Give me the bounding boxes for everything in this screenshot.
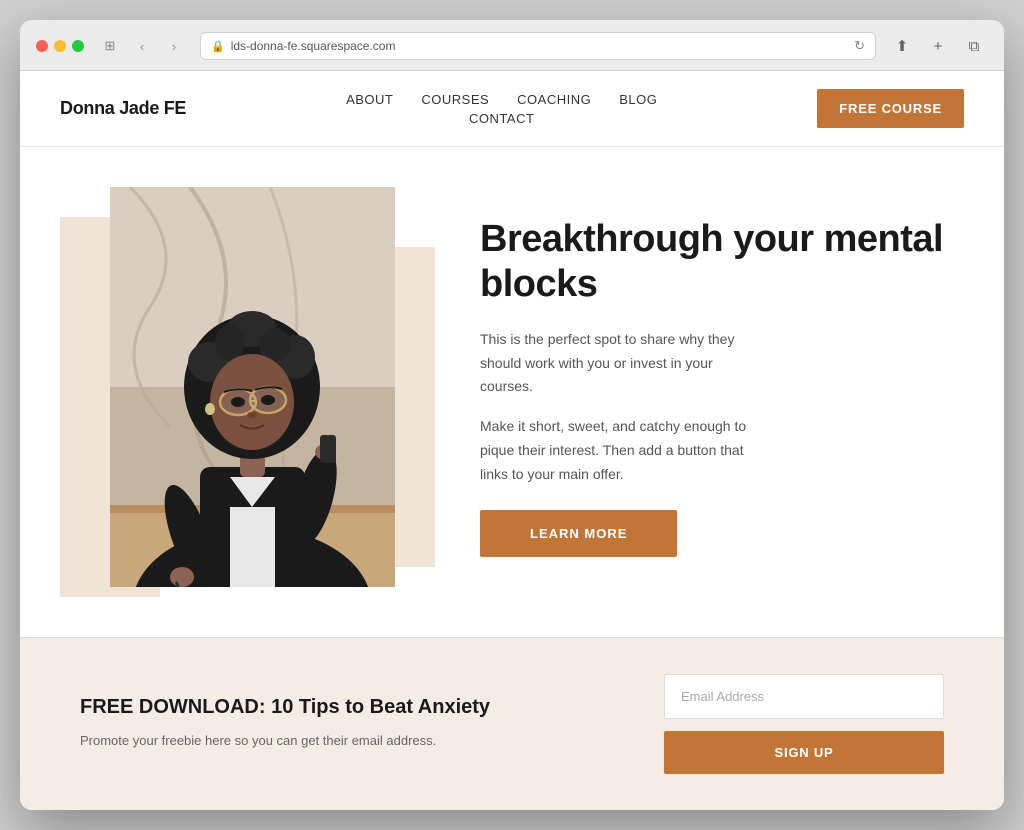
hero-photo — [110, 187, 395, 587]
signup-button[interactable]: SIGN UP — [664, 731, 944, 774]
download-form: SIGN UP — [664, 674, 944, 774]
maximize-button[interactable] — [72, 40, 84, 52]
hero-content: Breakthrough your mental blocks This is … — [480, 217, 944, 558]
nav-about[interactable]: ABOUT — [346, 92, 393, 107]
forward-button[interactable]: › — [160, 35, 188, 57]
site-logo: Donna Jade FE — [60, 98, 186, 119]
hero-title: Breakthrough your mental blocks — [480, 217, 944, 308]
website: Donna Jade FE ABOUT COURSES COACHING BLO… — [20, 71, 1004, 810]
nav-row-bottom: CONTACT — [469, 111, 534, 126]
close-button[interactable] — [36, 40, 48, 52]
download-section: FREE DOWNLOAD: 10 Tips to Beat Anxiety P… — [20, 637, 1004, 810]
traffic-lights — [36, 40, 84, 52]
browser-window: ⊞ ‹ › 🔒 lds-donna-fe.squarespace.com ↻ ⬆… — [20, 20, 1004, 810]
hero-image-svg — [110, 187, 395, 587]
nav-row-top: ABOUT COURSES COACHING BLOG — [346, 92, 657, 107]
back-button[interactable]: ‹ — [128, 35, 156, 57]
browser-chrome: ⊞ ‹ › 🔒 lds-donna-fe.squarespace.com ↻ ⬆… — [20, 20, 1004, 71]
download-text: FREE DOWNLOAD: 10 Tips to Beat Anxiety P… — [80, 696, 624, 752]
hero-section: Breakthrough your mental blocks This is … — [20, 147, 1004, 637]
share-button[interactable]: ⬆ — [888, 35, 916, 57]
hero-image-container — [80, 187, 420, 587]
browser-controls: ⊞ ‹ › — [96, 35, 188, 57]
free-course-button[interactable]: FREE COURSE — [817, 89, 964, 128]
site-nav: ABOUT COURSES COACHING BLOG CONTACT — [346, 92, 657, 126]
address-bar[interactable]: 🔒 lds-donna-fe.squarespace.com ↻ — [200, 32, 876, 60]
nav-blog[interactable]: BLOG — [619, 92, 657, 107]
download-description: Promote your freebie here so you can get… — [80, 731, 624, 752]
minimize-button[interactable] — [54, 40, 66, 52]
email-input[interactable] — [664, 674, 944, 719]
url-text: lds-donna-fe.squarespace.com — [231, 39, 396, 53]
nav-courses[interactable]: COURSES — [421, 92, 489, 107]
reload-icon[interactable]: ↻ — [854, 38, 865, 54]
browser-actions: ⬆ + ⧉ — [888, 35, 988, 57]
download-title: FREE DOWNLOAD: 10 Tips to Beat Anxiety — [80, 696, 624, 719]
tabs-button[interactable]: ⧉ — [960, 35, 988, 57]
new-tab-button[interactable]: + — [924, 35, 952, 57]
hero-paragraph-2: Make it short, sweet, and catchy enough … — [480, 415, 760, 486]
nav-coaching[interactable]: COACHING — [517, 92, 591, 107]
nav-contact[interactable]: CONTACT — [469, 111, 534, 126]
learn-more-button[interactable]: LEARN MORE — [480, 510, 677, 557]
hero-paragraph-1: This is the perfect spot to share why th… — [480, 328, 760, 399]
window-grid-button[interactable]: ⊞ — [96, 35, 124, 57]
lock-icon: 🔒 — [211, 40, 225, 53]
site-header: Donna Jade FE ABOUT COURSES COACHING BLO… — [20, 71, 1004, 147]
